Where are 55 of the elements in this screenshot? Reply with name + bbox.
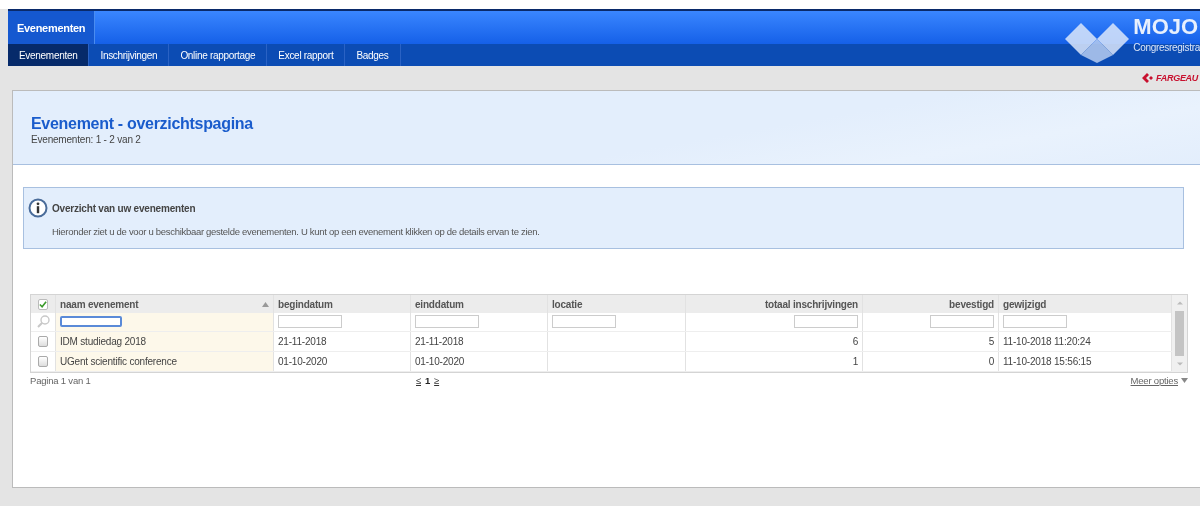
nav-tab[interactable]: Evenementen	[8, 44, 90, 66]
table-cell: IDM studiedag 2018	[60, 335, 146, 347]
scroll-down-icon[interactable]	[1175, 360, 1184, 368]
column-header[interactable]: totaal inschrijvingen	[685, 295, 863, 313]
table-cell: 01-10-2020	[415, 355, 465, 367]
table-cell: 0	[988, 355, 994, 367]
table-cell: 21-11-2018	[278, 335, 327, 347]
current-page: 1	[425, 375, 431, 386]
filter-field[interactable]	[1003, 315, 1067, 329]
table-cell: 6	[852, 335, 858, 347]
row-checkbox[interactable]	[38, 355, 48, 367]
info-text: Hieronder ziet u de voor u beschikbaar gestelde evenementen. U kunt op een evenement klikken op de details ervan te zien.	[52, 226, 541, 237]
logo-name: MOJO	[1133, 15, 1200, 39]
table-cell: 5	[988, 335, 994, 347]
select-all-checkbox[interactable]	[38, 298, 48, 310]
info-title: Overzicht van uw evenementen	[52, 202, 196, 214]
nav-tab[interactable]: Excel rapport	[267, 44, 346, 66]
previous-page-link[interactable]: ≤	[416, 375, 421, 386]
page-status: Pagina 1 van 1	[30, 375, 92, 386]
table-cell: UGent scientific conference	[60, 355, 177, 367]
partner-name: FARGEAU	[1156, 73, 1198, 83]
row-checkbox[interactable]	[38, 335, 48, 347]
info-icon	[28, 198, 48, 218]
filter-field[interactable]	[794, 315, 858, 329]
filter-field[interactable]	[415, 315, 479, 329]
search-icon	[36, 315, 50, 329]
column-header[interactable]: naam evenement	[55, 295, 274, 313]
table-cell: 01-10-2020	[278, 355, 328, 367]
nav-tab[interactable]: Online rapportage	[169, 44, 268, 66]
scrollbar[interactable]	[1172, 295, 1187, 372]
column-header[interactable]: locatie	[547, 295, 686, 313]
filter-field[interactable]	[278, 315, 342, 329]
column-header[interactable]: begindatum	[273, 295, 411, 313]
table-cell: 11-10-2018 15:56:15	[1003, 355, 1092, 367]
nav-tab[interactable]: Badges	[345, 44, 401, 66]
logo-subtitle: Congresregistra	[1133, 41, 1200, 55]
partner-logo-icon	[1142, 73, 1155, 83]
column-header[interactable]: gewijzigd	[998, 295, 1172, 313]
more-options-link[interactable]: Meer opties	[1130, 375, 1178, 386]
filter-field[interactable]	[60, 316, 122, 328]
app-tab[interactable]: Evenementen	[8, 11, 96, 44]
column-header[interactable]: einddatum	[410, 295, 548, 313]
table-cell: 11-10-2018 11:20:24	[1003, 335, 1091, 347]
sort-ascending-icon	[262, 301, 269, 307]
page-title: Evenement - overzichtspagina	[31, 114, 255, 133]
column-header[interactable]: bevestigd	[862, 295, 999, 313]
filter-field[interactable]	[930, 315, 994, 329]
filter-field[interactable]	[552, 315, 616, 329]
scroll-up-icon[interactable]	[1175, 299, 1184, 307]
table-cell: 1	[852, 355, 858, 367]
next-page-link[interactable]: ≥	[434, 375, 440, 386]
caret-icon	[1181, 378, 1188, 383]
table-cell: 21-11-2018	[415, 335, 464, 347]
nav-tab[interactable]: Inschrijvingen	[89, 44, 170, 66]
page-subtitle: Evenementen: 1 - 2 van 2	[31, 133, 142, 145]
